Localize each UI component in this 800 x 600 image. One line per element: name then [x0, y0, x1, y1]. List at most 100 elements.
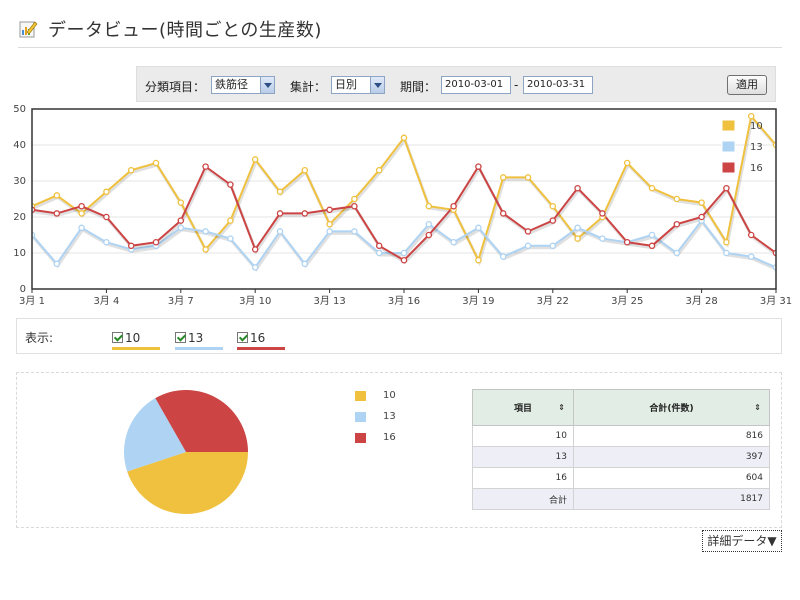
x-tick-label: 3月 4	[93, 295, 119, 307]
data-point	[251, 156, 259, 163]
category-select-value: 鉄筋径	[215, 78, 248, 91]
x-tick-label: 3月 28	[685, 295, 717, 307]
checkbox-icon[interactable]	[237, 332, 248, 343]
data-point	[524, 228, 532, 235]
data-point	[425, 220, 433, 228]
cell-total: 604	[573, 467, 770, 489]
chevron-down-icon	[260, 77, 274, 93]
y-tick-label: 10	[13, 248, 26, 259]
cell-item: 16	[472, 467, 574, 489]
table-row-total: 合計 1817	[472, 488, 770, 510]
y-tick-label: 30	[13, 176, 26, 187]
column-header-total[interactable]: 合計(件数) ⇕	[573, 389, 770, 426]
column-header-item[interactable]: 項目 ⇕	[472, 389, 574, 426]
data-point	[177, 224, 185, 232]
line-chart-svg: 0 10 20 30 40 50 3月 1 3月 4 3月 7 3月 10 3月 13 3月 16 3月…	[13, 104, 792, 307]
y-tick-label: 0	[20, 284, 26, 295]
date-to-input[interactable]: 2010-03-31	[523, 76, 593, 94]
series-color-line	[175, 347, 223, 350]
aggregate-select[interactable]: 日別	[331, 76, 385, 94]
sort-icon[interactable]: ⇕	[754, 403, 761, 412]
aggregate-label: 集計：	[290, 80, 327, 94]
data-point	[53, 210, 61, 217]
page-header: データビュー(時間ごとの生産数)	[18, 10, 782, 48]
data-point	[574, 235, 581, 242]
data-point	[499, 210, 507, 217]
legend-swatch	[721, 140, 736, 153]
data-point	[103, 238, 110, 246]
cell-total: 816	[573, 425, 770, 447]
plot-area	[32, 112, 776, 272]
sort-icon[interactable]: ⇕	[558, 403, 565, 412]
data-point	[127, 242, 135, 250]
pie-chart	[124, 390, 248, 514]
toggle-label: 10	[125, 331, 141, 345]
x-tick-label: 3月 10	[239, 295, 271, 307]
data-point	[549, 202, 557, 210]
x-tick-label: 3月 16	[388, 295, 420, 307]
data-point	[673, 249, 681, 257]
toggle-label: 16	[250, 331, 266, 345]
data-point	[351, 202, 358, 210]
data-point	[78, 210, 85, 217]
y-tick-label: 50	[13, 104, 26, 115]
data-point	[103, 213, 110, 221]
x-tick-label: 3月 13	[313, 295, 345, 307]
data-point	[698, 199, 705, 206]
checkbox-icon[interactable]	[175, 332, 186, 343]
category-label: 分類項目：	[145, 80, 206, 94]
toggle-series-16[interactable]: 16	[237, 331, 285, 350]
chevron-down-icon	[370, 77, 384, 93]
apply-button[interactable]: 適用	[727, 75, 767, 95]
data-point	[103, 188, 110, 196]
period-label: 期間：	[400, 80, 437, 94]
x-tick-label: 3月 31	[760, 295, 792, 307]
x-tick-label: 3月 1	[19, 295, 45, 307]
toggle-series-13[interactable]: 13	[175, 331, 223, 350]
legend-swatch	[355, 412, 366, 422]
data-point	[599, 210, 606, 217]
data-point	[648, 184, 656, 192]
data-point	[723, 184, 730, 192]
data-point	[375, 166, 383, 174]
checkbox-icon[interactable]	[112, 332, 123, 343]
cell-total: 397	[573, 446, 770, 468]
toggle-label: 13	[188, 331, 204, 345]
data-point	[251, 264, 259, 271]
column-header-label: 項目	[513, 404, 532, 414]
data-point	[499, 174, 507, 181]
data-point	[450, 202, 457, 210]
category-select[interactable]: 鉄筋径	[211, 76, 275, 94]
aggregate-select-value: 日別	[335, 78, 357, 91]
cell-total: 1817	[573, 488, 770, 510]
line-chart: 0 10 20 30 40 50 3月 1 3月 4 3月 7 3月 10 3月 13 3月 16 3月…	[0, 104, 800, 314]
table-row: 10 816	[472, 425, 770, 447]
data-point	[723, 238, 730, 246]
legend-swatch	[721, 161, 736, 174]
data-point	[499, 253, 507, 260]
data-point	[747, 253, 755, 260]
detail-data-button[interactable]: 詳細データ▼	[702, 530, 782, 552]
data-point	[202, 246, 209, 253]
data-point	[78, 224, 85, 232]
cell-item: 13	[472, 446, 574, 468]
display-panel: 表示: 10 13 16	[16, 318, 782, 354]
data-point	[177, 217, 185, 224]
data-point	[152, 159, 160, 167]
data-point	[202, 228, 209, 235]
toggle-series-10[interactable]: 10	[112, 331, 160, 350]
data-point	[375, 249, 383, 257]
data-point	[326, 206, 333, 214]
data-point	[78, 202, 85, 210]
data-point	[599, 235, 606, 242]
data-point	[53, 192, 61, 199]
data-point	[648, 242, 656, 250]
data-point	[301, 210, 309, 217]
data-point	[351, 195, 358, 203]
legend-label: 13	[383, 411, 396, 422]
data-point	[276, 228, 284, 235]
date-from-input[interactable]: 2010-03-01	[441, 76, 511, 94]
x-tick-label: 3月 22	[537, 295, 569, 307]
series-color-line	[237, 347, 285, 350]
page-title: データビュー(時間ごとの生産数)	[48, 19, 322, 41]
